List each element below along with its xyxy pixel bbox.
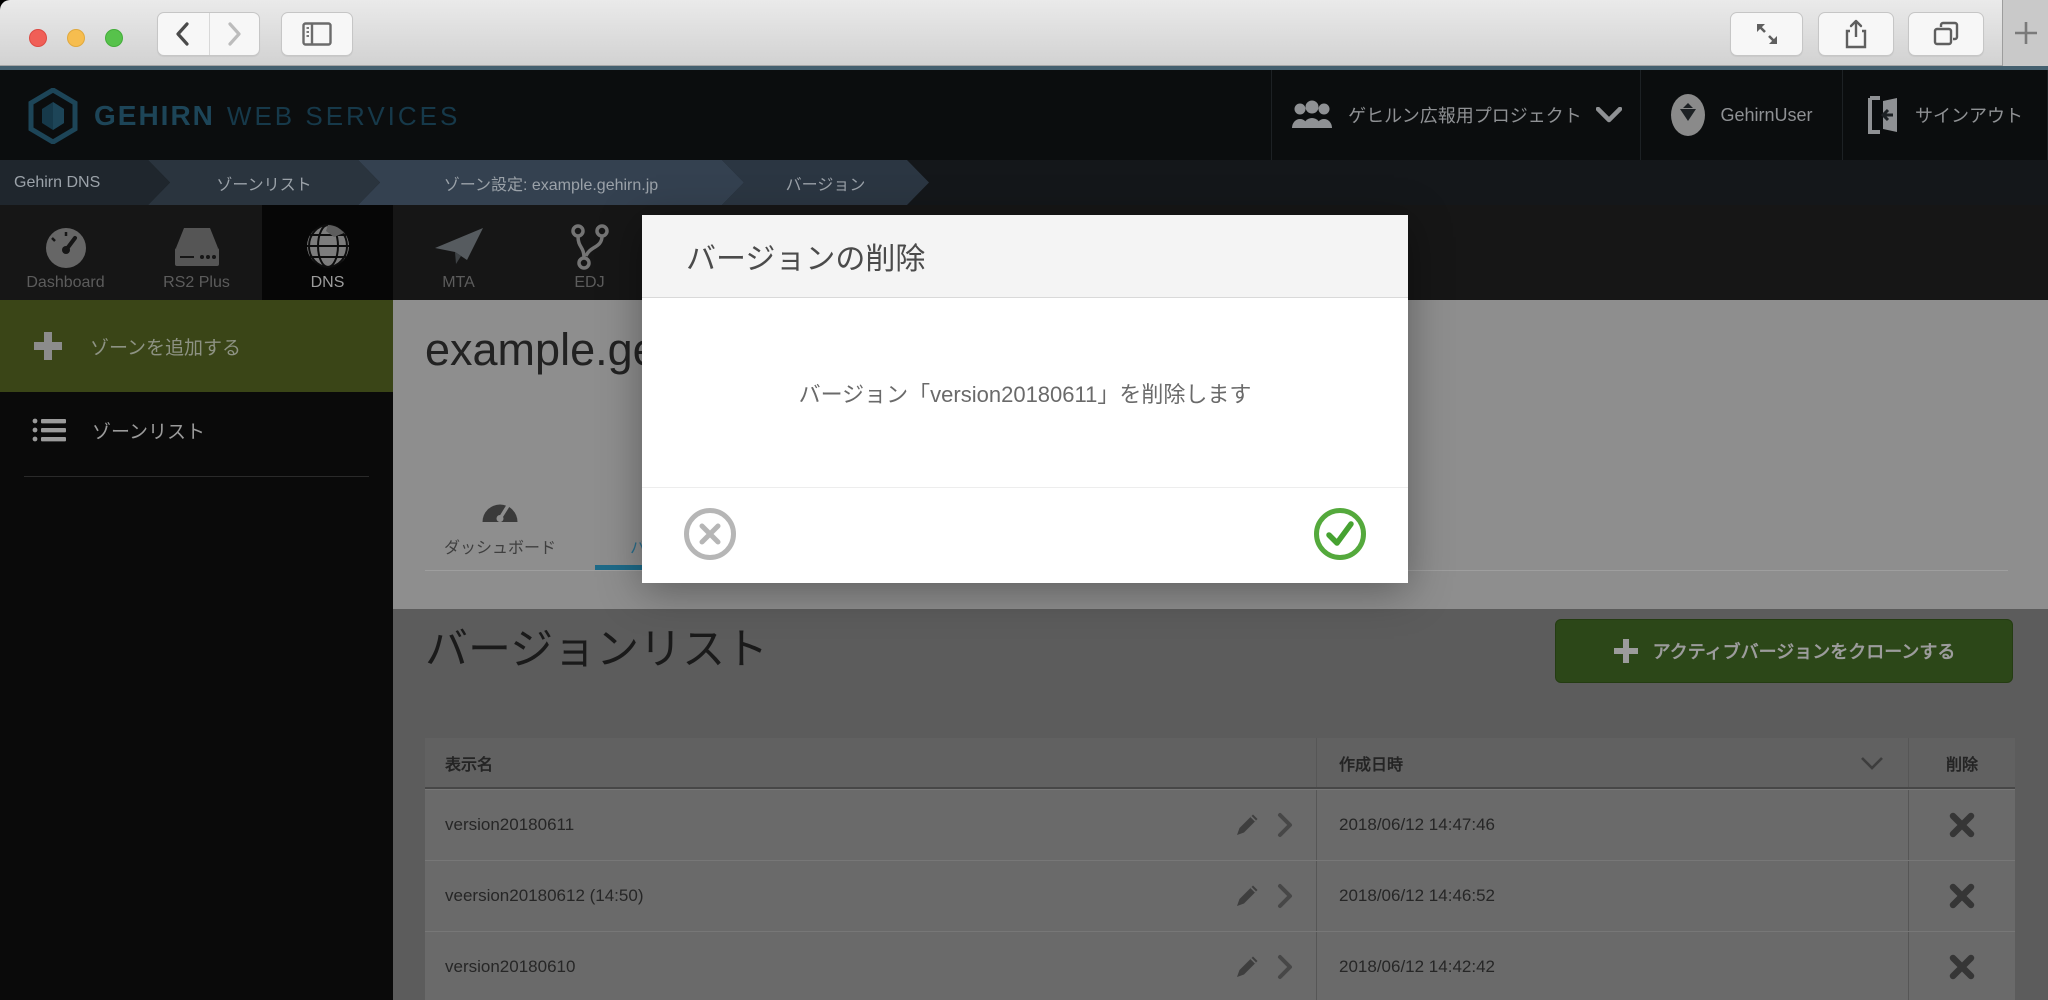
browser-window: GEHIRN WEB SERVICES ゲヒルン広報用プロジェクト Geh bbox=[0, 0, 2048, 1000]
forward-button[interactable] bbox=[209, 13, 260, 55]
modal-footer bbox=[642, 487, 1408, 582]
back-button[interactable] bbox=[158, 13, 209, 55]
minimize-window-button[interactable] bbox=[67, 29, 85, 47]
fullscreen-icon bbox=[1754, 21, 1780, 47]
modal-body: バージョン「version20180611」を削除します bbox=[642, 298, 1408, 487]
new-tab-button[interactable] bbox=[2002, 0, 2048, 66]
circle-check-icon bbox=[1325, 520, 1355, 548]
plus-icon bbox=[2013, 20, 2039, 46]
share-button[interactable] bbox=[1818, 12, 1894, 56]
close-window-button[interactable] bbox=[29, 29, 47, 47]
circle-x-icon bbox=[697, 521, 723, 547]
zoom-window-button[interactable] bbox=[105, 29, 123, 47]
chevron-right-icon bbox=[223, 21, 245, 47]
modal-confirm-button[interactable] bbox=[1314, 508, 1366, 560]
fullscreen-button[interactable] bbox=[1730, 12, 1803, 56]
modal-message: バージョン「version20180611」を削除します bbox=[799, 377, 1252, 409]
sidebar-toggle-icon bbox=[302, 22, 332, 46]
sidebar-toggle-button[interactable] bbox=[281, 12, 353, 56]
tab-overview-button[interactable] bbox=[1908, 12, 1984, 56]
modal-cancel-button[interactable] bbox=[684, 508, 736, 560]
chevron-left-icon bbox=[172, 21, 194, 47]
history-nav-group bbox=[157, 12, 260, 56]
modal-title: バージョンの削除 bbox=[686, 234, 925, 278]
tab-overview-icon bbox=[1932, 21, 1960, 47]
modal-header: バージョンの削除 bbox=[642, 215, 1408, 298]
share-icon bbox=[1844, 19, 1868, 49]
delete-version-modal: バージョンの削除 バージョン「version20180611」を削除します bbox=[642, 215, 1408, 583]
browser-toolbar bbox=[0, 0, 2048, 66]
